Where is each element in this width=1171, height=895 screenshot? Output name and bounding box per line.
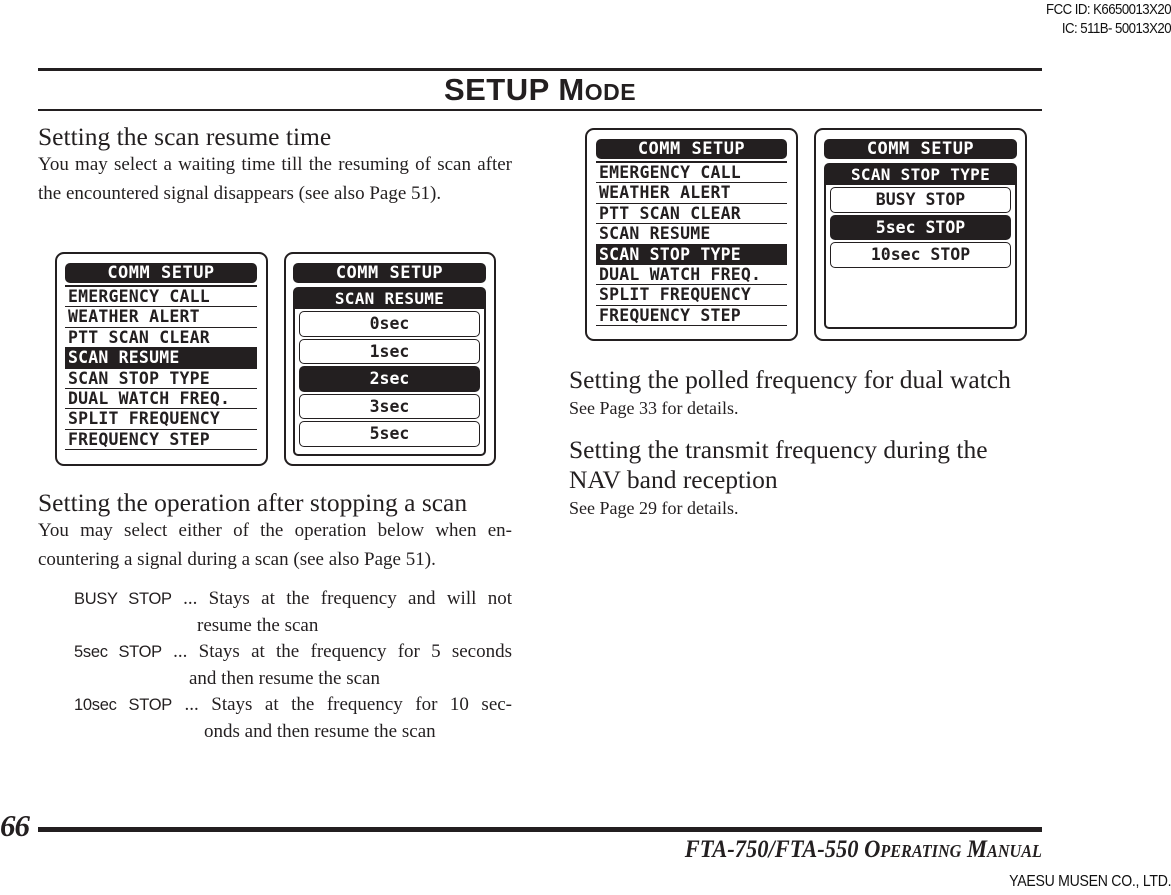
definition-text: Stays at the frequency for 5 seconds: [198, 641, 513, 662]
section-heading-dual-watch: Setting the polled frequency for dual wa…: [569, 365, 1011, 394]
manual-title-part: FTA-750/FTA-550 O: [684, 836, 881, 863]
regulatory-ids: FCC ID: K6650013X20 IC: 511B- 50013X20: [1046, 0, 1171, 38]
lcd-title: COMM SETUP: [65, 263, 257, 283]
lcd-screen-scan-resume: COMM SETUP SCAN RESUME 0sec 1sec 2sec 3sec 5…: [284, 252, 496, 466]
section-heading-nav-band-line2: NAV band reception: [569, 465, 778, 494]
submenu-option[interactable]: 0sec: [299, 311, 480, 337]
menu-item[interactable]: PTT SCAN CLEAR: [65, 328, 257, 349]
lcd-screen-comm-setup-2: COMM SETUP EMERGENCY CALL WEATHER ALERT PT…: [585, 128, 798, 341]
section-heading-scan-stop: Setting the operation after stopping a s…: [38, 488, 468, 517]
menu-item[interactable]: EMERGENCY CALL: [596, 163, 787, 184]
footer-rule: [38, 827, 1042, 832]
company-name: YAESU MUSEN CO., LTD.: [1008, 873, 1171, 890]
ic-id: IC: 511B- 50013X20: [1061, 20, 1171, 37]
page-title-smallcaps: ODE: [584, 79, 637, 105]
page-title-main: SETUP M: [443, 72, 585, 107]
menu-item[interactable]: SCAN RESUME: [596, 224, 787, 245]
section-body-dual-watch: See Page 33 for details.: [569, 398, 739, 418]
definition-continuation: and then resume the scan: [189, 667, 380, 689]
scan-stop-type-submenu: SCAN STOP TYPE BUSY STOP 5sec STOP 10sec S…: [824, 163, 1017, 329]
menu-item[interactable]: FREQUENCY STEP: [65, 430, 257, 451]
menu-item[interactable]: SCAN STOP TYPE: [596, 244, 787, 265]
menu-item[interactable]: FREQUENCY STEP: [596, 306, 787, 327]
definition-term: 10sec STOP: [74, 696, 172, 714]
submenu-option[interactable]: BUSY STOP: [830, 187, 1011, 213]
definition-line: 5sec STOP ... Stays at the frequency for…: [74, 639, 512, 666]
definition-line: BUSY STOP ... Stays at the frequency and…: [74, 586, 512, 613]
menu-item[interactable]: PTT SCAN CLEAR: [596, 204, 787, 225]
lcd-title: COMM SETUP: [293, 263, 486, 283]
menu-item[interactable]: SCAN RESUME: [65, 348, 257, 369]
header-top-rule: [38, 68, 1042, 71]
definition-continuation: resume the scan: [197, 614, 319, 636]
section-body-nav-band: See Page 29 for details.: [569, 498, 739, 518]
lcd-title: COMM SETUP: [596, 139, 787, 159]
menu-item[interactable]: SCAN STOP TYPE: [65, 369, 257, 389]
definition-line: 10sec STOP ... Stays at the frequency fo…: [74, 692, 512, 719]
section-body-scan-stop: You may select either of the operation b…: [38, 520, 512, 570]
manual-title: FTA-750/FTA-550 OPERATING MANUAL: [685, 836, 1042, 865]
definition-term: 5sec STOP: [74, 643, 162, 661]
menu-item[interactable]: WEATHER ALERT: [65, 307, 257, 328]
lcd-title: COMM SETUP: [824, 139, 1017, 159]
definition-item: 5sec STOP ... Stays at the frequency for…: [74, 639, 512, 692]
menu-item[interactable]: SPLIT FREQUENCY: [596, 285, 787, 306]
page-title: SETUP MODE: [0, 72, 1080, 110]
submenu-option[interactable]: 5sec: [299, 421, 480, 447]
menu-item[interactable]: SPLIT FREQUENCY: [65, 409, 257, 430]
submenu-title: SCAN STOP TYPE: [826, 165, 1015, 185]
lcd-screen-comm-setup-1: COMM SETUP EMERGENCY CALL WEATHER ALERT PT…: [55, 252, 268, 466]
manual-title-part: PERATING: [880, 841, 962, 861]
definition-separator: ...: [172, 694, 212, 715]
definition-text: Stays at the frequency and will not: [208, 588, 512, 609]
submenu-option[interactable]: 10sec STOP: [830, 242, 1011, 268]
manual-title-part: ANUAL: [987, 841, 1042, 861]
header-bottom-rule: [38, 108, 1042, 111]
definition-term: BUSY STOP: [74, 590, 172, 608]
menu-item[interactable]: DUAL WATCH FREQ.: [65, 389, 257, 410]
definition-continuation: onds and then resume the scan: [204, 720, 436, 742]
definition-text: Stays at the frequency for 10 sec-: [211, 694, 513, 715]
submenu-option[interactable]: 5sec STOP: [830, 214, 1011, 240]
menu-item[interactable]: WEATHER ALERT: [596, 183, 787, 204]
comm-setup-menu: EMERGENCY CALL WEATHER ALERT PTT SCAN CLEA…: [596, 161, 787, 327]
definition-item: BUSY STOP ... Stays at the frequency and…: [74, 586, 512, 639]
submenu-option[interactable]: 1sec: [299, 338, 480, 364]
manual-title-part: M: [961, 836, 988, 863]
submenu-option[interactable]: 2sec: [299, 366, 480, 392]
menu-item[interactable]: EMERGENCY CALL: [65, 287, 257, 308]
lcd-screen-scan-stop-type: COMM SETUP SCAN STOP TYPE BUSY STOP 5sec …: [814, 128, 1027, 341]
section-body-scan-resume: You may select a waiting time till the r…: [38, 154, 512, 204]
scan-resume-submenu: SCAN RESUME 0sec 1sec 2sec 3sec 5sec: [293, 287, 486, 456]
scan-stop-type-options: BUSY STOP 5sec STOP 10sec STOP: [826, 187, 1015, 268]
definition-separator: ...: [161, 641, 199, 662]
definition-separator: ...: [171, 588, 209, 609]
submenu-title: SCAN RESUME: [295, 289, 484, 309]
comm-setup-menu: EMERGENCY CALL WEATHER ALERT PTT SCAN CLEA…: [65, 285, 257, 451]
section-heading-nav-band-line1: Setting the transmit frequency during th…: [569, 435, 988, 464]
page-number: 66: [0, 808, 30, 843]
scan-resume-options: 0sec 1sec 2sec 3sec 5sec: [295, 311, 484, 447]
fcc-id: FCC ID: K6650013X20: [1046, 1, 1171, 18]
menu-item[interactable]: DUAL WATCH FREQ.: [596, 265, 787, 286]
section-heading-scan-resume: Setting the scan resume time: [38, 122, 332, 151]
submenu-option[interactable]: 3sec: [299, 393, 480, 419]
definition-item: 10sec STOP ... Stays at the frequency fo…: [74, 692, 512, 745]
